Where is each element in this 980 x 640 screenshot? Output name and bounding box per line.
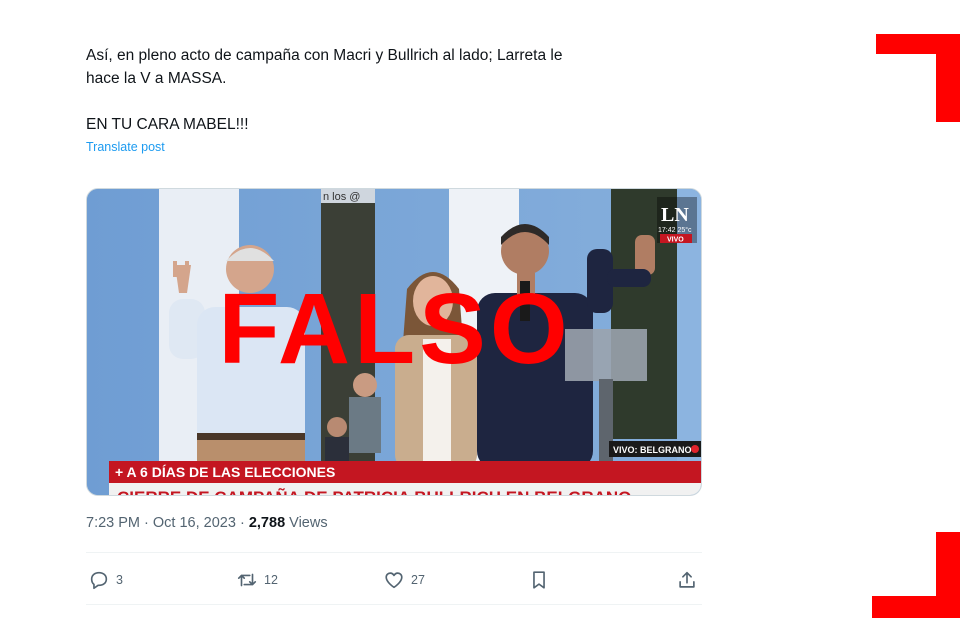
frame-corner-bottom-horizontal [872,596,960,618]
video-frame: n los @ LN 17:42 25°c VIVO VIVO: BELGRAN… [87,189,701,496]
tweet-media-image[interactable]: n los @ LN 17:42 25°c VIVO VIVO: BELGRAN… [86,188,702,496]
post-date[interactable]: Oct 16, 2023 [153,515,236,531]
location-pin-icon [691,445,699,453]
heart-icon [385,572,403,589]
bookmark-button[interactable] [528,566,550,594]
repost-count: 12 [264,573,278,587]
reply-button[interactable]: 3 [88,566,123,594]
repost-button[interactable]: 12 [236,566,278,594]
post-time[interactable]: 7:23 PM [86,515,140,531]
location-tag: VIVO: BELGRANO [613,445,692,455]
live-badge: VIVO [667,237,684,244]
clock-temp: 17:42 25°c [658,226,692,234]
tweet-text-line-2: hace la V a MASSA. [86,70,227,87]
channel-logo: LN [661,204,689,226]
meta-dot-2: · [239,515,245,531]
like-button[interactable]: 27 [383,566,425,594]
ticker-bottom-text: CIERRE DE CAMPAÑA DE PATRICIA BULLRICH E… [117,487,631,496]
share-icon [679,571,695,588]
frame-corner-top-vertical [936,34,960,122]
translate-post-link[interactable]: Translate post [86,140,165,154]
tweet-text-line-1: Así, en pleno acto de campaña con Macri … [86,47,563,64]
tweet-meta: 7:23 PM · Oct 16, 2023 · 2,788 Views [86,515,328,531]
action-bar: 3 12 27 [86,566,702,594]
banner-fragment-text: n los @ [323,191,360,203]
falso-stamp: FALSO [218,273,571,385]
reply-count: 3 [116,573,123,587]
reply-icon [90,571,108,590]
share-button[interactable] [676,566,698,594]
lectern [565,329,647,381]
divider-top [86,552,702,553]
channel-bug: LN 17:42 25°c VIVO [657,197,697,244]
like-count: 27 [411,573,425,587]
divider-bottom [86,604,702,605]
tweet-text: Así, en pleno acto de campaña con Macri … [86,44,704,136]
repost-icon [237,573,257,587]
views-count: 2,788 [248,515,286,531]
tweet-text-line-3: EN TU CARA MABEL!!! [86,116,249,133]
ticker-top-text: + A 6 DÍAS DE LAS ELECCIONES [115,464,335,480]
views-label: Views [289,515,328,531]
tweet-body: Así, en pleno acto de campaña con Macri … [86,44,704,156]
bookmark-icon [533,571,545,589]
meta-dot: · [144,515,149,531]
